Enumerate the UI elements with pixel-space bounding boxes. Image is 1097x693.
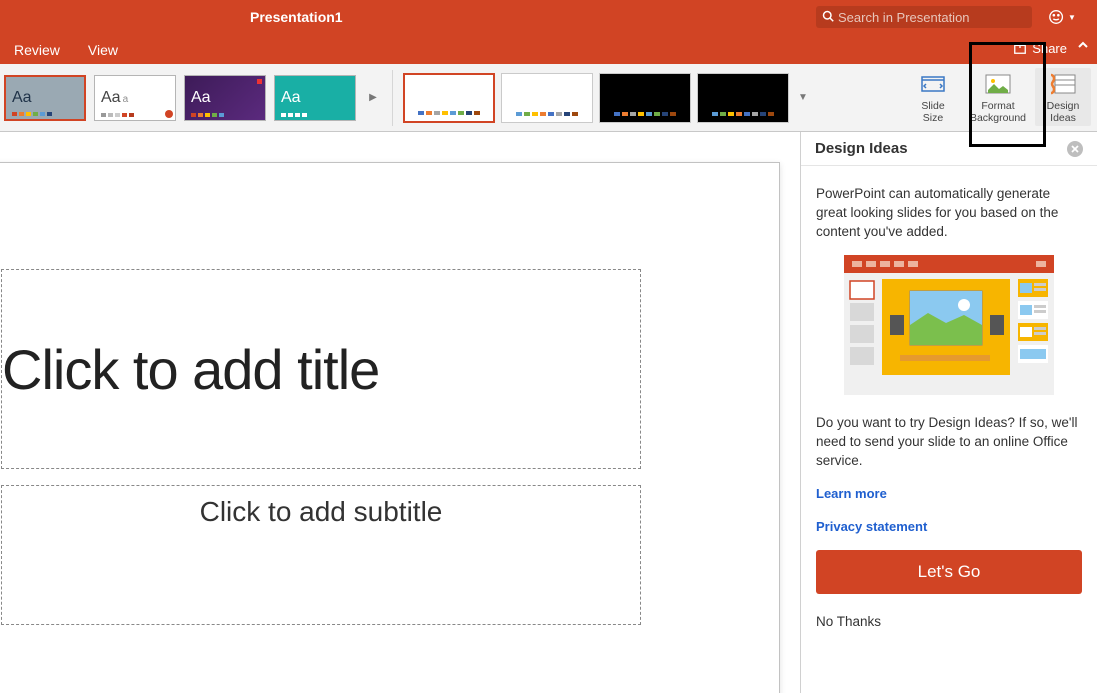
feedback-button[interactable]: ▼: [1045, 6, 1079, 28]
format-background-label: Format Background: [970, 100, 1026, 124]
search-input[interactable]: [838, 10, 1026, 25]
tab-review[interactable]: Review: [0, 36, 74, 64]
design-ideas-label: Design Ideas: [1047, 100, 1080, 124]
themes-more-button[interactable]: ▶: [364, 75, 382, 121]
main-area: Click to add title Click to add subtitle…: [0, 132, 1097, 693]
variants-gallery: ▼: [403, 73, 811, 123]
pane-prompt-text: Do you want to try Design Ideas? If so, …: [816, 413, 1082, 470]
slide-size-label: Slide Size: [921, 100, 944, 124]
lets-go-button[interactable]: Let's Go: [816, 550, 1082, 594]
variant-3[interactable]: [599, 73, 691, 123]
theme-facet[interactable]: Aaa: [94, 75, 176, 121]
ribbon-tabs: Review View Share: [0, 34, 1097, 64]
design-ideas-icon: [1048, 71, 1078, 97]
theme-office[interactable]: Aa: [4, 75, 86, 121]
variant-2[interactable]: [501, 73, 593, 123]
pane-body: PowerPoint can automatically generate gr…: [801, 166, 1097, 641]
ribbon-separator: [392, 70, 393, 126]
search-icon: [822, 10, 834, 25]
theme-ion[interactable]: Aa: [184, 75, 266, 121]
tab-view[interactable]: View: [74, 36, 132, 64]
pane-intro-text: PowerPoint can automatically generate gr…: [816, 184, 1082, 241]
share-label: Share: [1032, 41, 1067, 56]
subtitle-placeholder[interactable]: Click to add subtitle: [1, 485, 641, 625]
design-ideas-button[interactable]: Design Ideas: [1035, 68, 1091, 126]
collapse-ribbon-button[interactable]: [1077, 39, 1089, 54]
title-placeholder-text: Click to add title: [2, 337, 379, 402]
slide-canvas-area: Click to add title Click to add subtitle: [0, 132, 800, 693]
title-placeholder[interactable]: Click to add title: [1, 269, 641, 469]
pane-close-button[interactable]: [1067, 141, 1083, 157]
format-background-button[interactable]: Format Background: [965, 68, 1031, 126]
themes-gallery: Aa Aaa Aa Aa ▶: [0, 75, 382, 121]
slide-size-icon: [918, 71, 948, 97]
share-button[interactable]: Share: [1013, 37, 1067, 59]
pane-illustration: [844, 255, 1054, 395]
slide-size-button[interactable]: Slide Size: [905, 68, 961, 126]
slide[interactable]: Click to add title Click to add subtitle: [0, 162, 780, 693]
variant-4[interactable]: [697, 73, 789, 123]
no-thanks-button[interactable]: No Thanks: [816, 612, 1082, 631]
theme-retrospect[interactable]: Aa: [274, 75, 356, 121]
title-bar: Presentation1 ▼: [0, 0, 1097, 34]
ribbon: Aa Aaa Aa Aa ▶: [0, 64, 1097, 132]
pane-header: Design Ideas: [801, 132, 1097, 166]
format-background-icon: [983, 71, 1013, 97]
variants-more-button[interactable]: ▼: [795, 73, 811, 123]
document-title: Presentation1: [250, 9, 343, 25]
design-ideas-pane: Design Ideas PowerPoint can automaticall…: [800, 132, 1097, 693]
variant-1[interactable]: [403, 73, 495, 123]
search-box[interactable]: [816, 6, 1032, 28]
pane-title: Design Ideas: [815, 140, 908, 157]
subtitle-placeholder-text: Click to add subtitle: [200, 496, 443, 624]
privacy-statement-link[interactable]: Privacy statement: [816, 517, 1082, 536]
learn-more-link[interactable]: Learn more: [816, 484, 1082, 503]
